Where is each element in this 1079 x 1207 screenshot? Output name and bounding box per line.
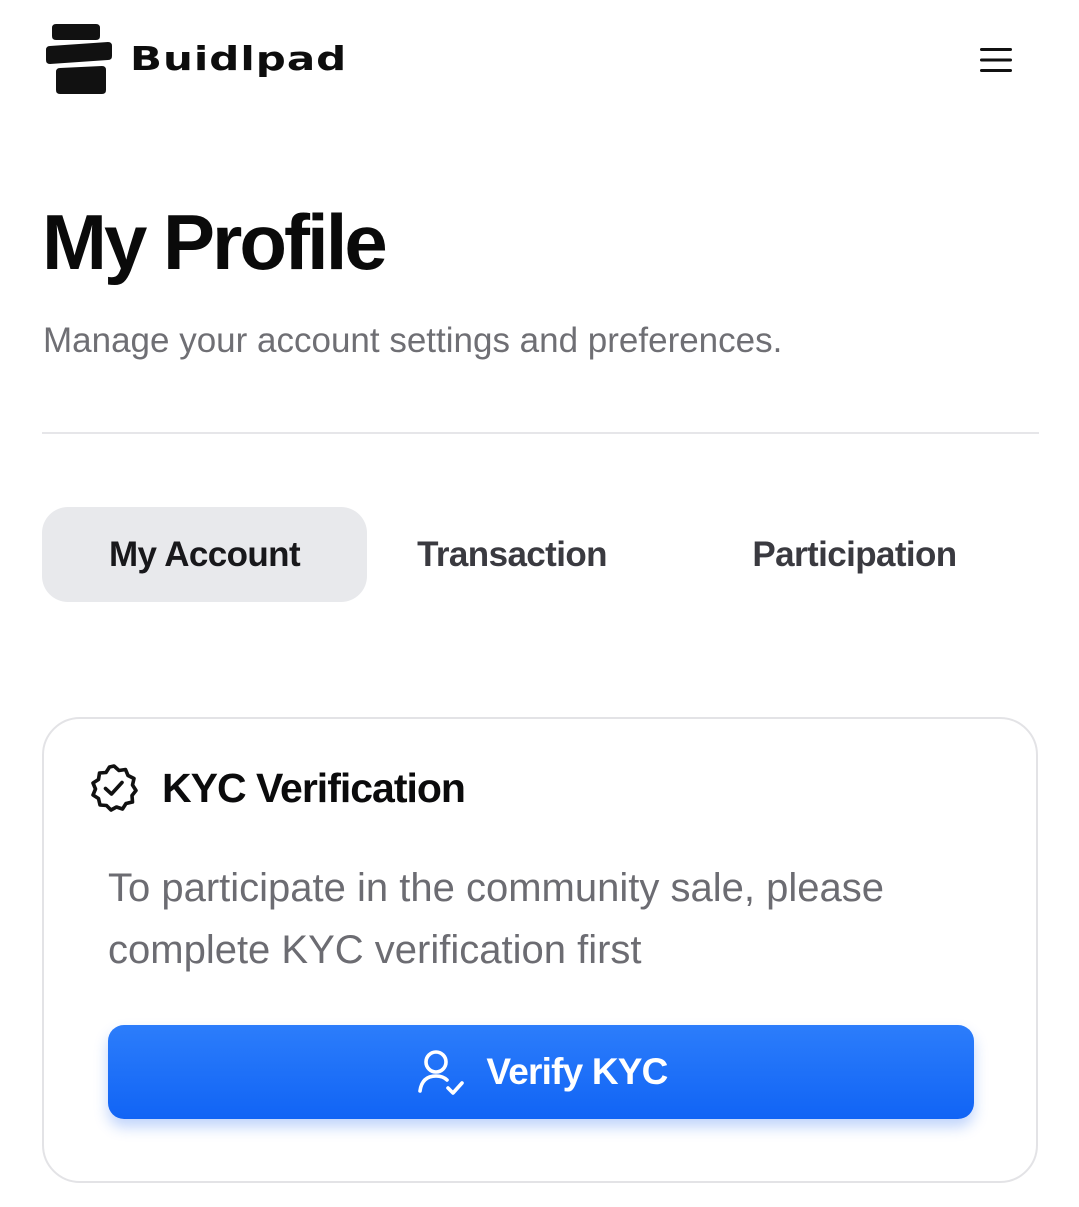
brand-name: Buidlpad [130,39,348,78]
tab-transaction[interactable]: Transaction [387,507,637,602]
tab-my-account[interactable]: My Account [42,507,367,602]
profile-tabs: My Account Transaction Participation [42,507,1039,603]
section-divider [42,432,1039,434]
top-header: Buidlpad [0,0,1079,120]
kyc-verification-card: KYC Verification To participate in the c… [42,717,1038,1183]
page-subtitle: Manage your account settings and prefere… [43,321,783,360]
page-title: My Profile [42,198,388,286]
menu-button[interactable] [972,40,1020,80]
tab-participation[interactable]: Participation [722,507,987,602]
user-check-icon [418,1050,465,1095]
profile-page: Buidlpad My Profile Manage your account … [0,0,1079,1207]
verify-kyc-label: Verify KYC [486,1051,668,1092]
kyc-card-title: KYC Verification [162,764,466,811]
verified-badge-icon [91,764,138,812]
kyc-card-header: KYC Verification [88,763,466,813]
buidlpad-logo-icon [46,24,112,94]
brand-logo[interactable]: Buidlpad [46,22,347,96]
kyc-card-description: To participate in the community sale, pl… [108,866,884,972]
verify-kyc-button[interactable]: Verify KYC [108,1025,974,1119]
hamburger-menu-icon [980,48,1012,72]
